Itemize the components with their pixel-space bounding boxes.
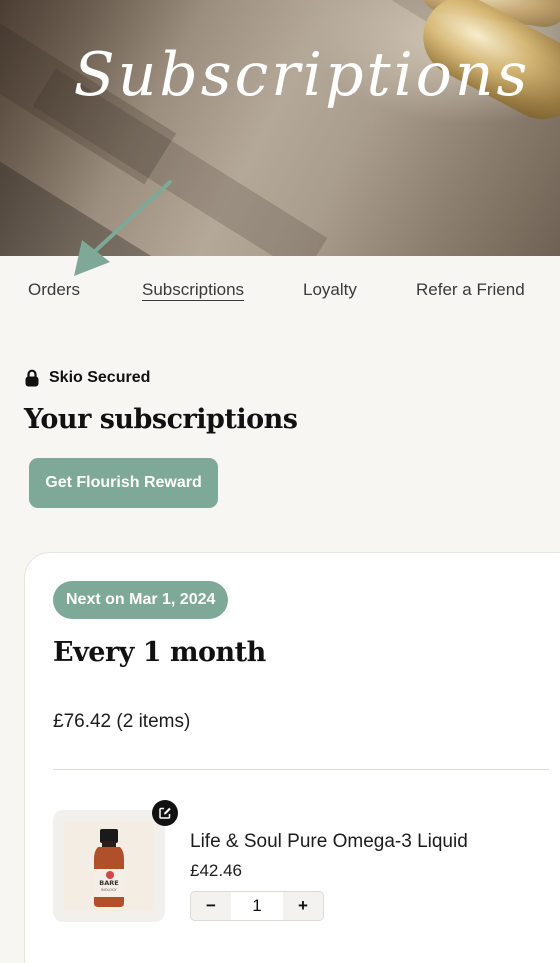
secured-indicator: Skio Secured	[25, 369, 150, 387]
increase-quantity-button[interactable]: +	[283, 892, 323, 920]
arrow-icon	[74, 180, 172, 276]
product-thumbnail[interactable]: BARE BIOLOGY	[53, 810, 165, 922]
nav-item-refer-a-friend[interactable]: Refer a Friend	[416, 280, 525, 300]
quantity-value[interactable]: 1	[231, 896, 283, 916]
lock-icon	[25, 369, 39, 387]
decrease-quantity-button[interactable]: −	[191, 892, 231, 920]
subscription-total: £76.42 (2 items)	[53, 711, 191, 732]
account-nav: Orders Subscriptions Loyalty Refer a Fri…	[0, 280, 560, 310]
nav-item-orders[interactable]: Orders	[28, 280, 80, 300]
subscription-card: Next on Mar 1, 2024 Every 1 month £76.42…	[24, 552, 560, 963]
hero-title: Subscriptions	[73, 40, 531, 110]
subscription-frequency: Every 1 month	[53, 637, 266, 668]
quantity-stepper: − 1 +	[190, 891, 324, 921]
svg-text:BIOLOGY: BIOLOGY	[101, 888, 117, 892]
product-bottle-image: BARE BIOLOGY	[94, 829, 124, 907]
next-order-badge: Next on Mar 1, 2024	[53, 581, 229, 619]
product-image: BARE BIOLOGY	[64, 821, 154, 911]
secured-label: Skio Secured	[49, 369, 151, 386]
edit-product-button[interactable]	[152, 800, 178, 826]
page-title: Your subscriptions	[24, 404, 298, 435]
product-price: £42.46	[190, 861, 242, 880]
edit-icon	[159, 807, 171, 819]
product-name[interactable]: Life & Soul Pure Omega-3 Liquid	[190, 831, 468, 853]
product-brand-logo: BARE	[99, 879, 118, 887]
divider	[53, 769, 549, 770]
nav-item-loyalty[interactable]: Loyalty	[303, 280, 357, 300]
get-flourish-reward-button[interactable]: Get Flourish Reward	[29, 458, 218, 508]
nav-item-subscriptions[interactable]: Subscriptions	[142, 280, 244, 300]
